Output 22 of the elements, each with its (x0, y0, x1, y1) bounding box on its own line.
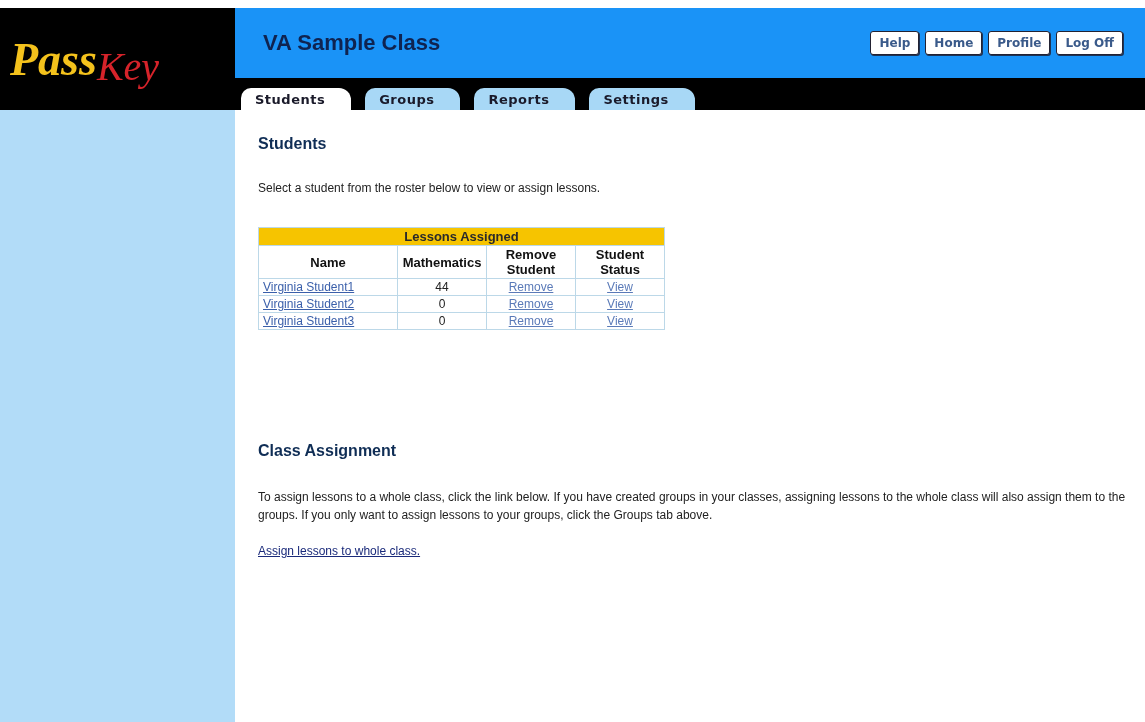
column-header: Name (258, 245, 398, 279)
header-button[interactable]: Log Off (1056, 31, 1123, 55)
header-button[interactable]: Profile (988, 31, 1051, 55)
column-header: Mathematics (397, 245, 487, 279)
column-header: Student Status (575, 245, 665, 279)
section-heading: Students (258, 135, 328, 153)
assign-link[interactable]: Assign lessons to whole class. (258, 544, 421, 558)
header-button[interactable]: Help (870, 31, 920, 55)
header-button[interactable]: Home (925, 31, 983, 55)
column-header: Remove Student (486, 245, 576, 279)
lesson-count: 0 (438, 297, 446, 311)
intro-text: Select a student from the roster below to view or assign lessons. (258, 181, 602, 195)
section-heading: Class Assignment (258, 442, 398, 460)
tab[interactable]: Groups (365, 88, 461, 110)
lesson-count: 44 (435, 280, 449, 294)
tab[interactable]: Reports (474, 88, 576, 110)
paragraph: To assign lessons to a whole class, click the link below. If you have created groups in your classes, assigning lessons to the whole class will also assign them to the groups. If you only want to assign lessons to your groups, click the Groups tab above. (258, 489, 1127, 524)
table-caption: Lessons Assigned (258, 227, 665, 246)
lesson-count: 0 (438, 314, 446, 328)
tab[interactable]: Settings (589, 88, 695, 110)
class-title: VA Sample Class (263, 30, 441, 56)
tab[interactable]: Students (241, 88, 352, 110)
